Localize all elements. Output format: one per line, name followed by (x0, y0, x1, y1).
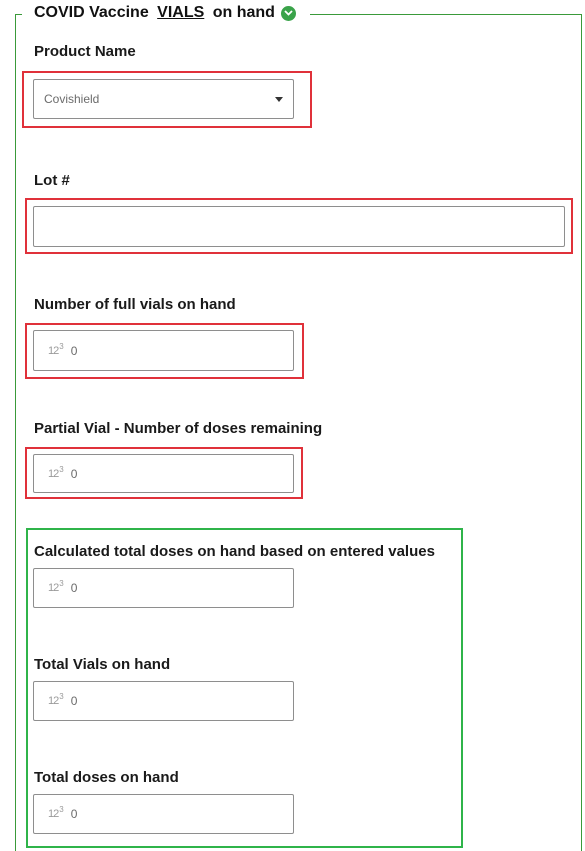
product-name-select[interactable]: Covishield (33, 79, 294, 119)
partial-vial-value: 0 (70, 466, 78, 481)
total-doses-label: Total doses on hand (34, 769, 179, 786)
legend-suffix: on hand (208, 4, 275, 21)
section-border-right (581, 14, 582, 851)
dropdown-caret-icon (275, 97, 283, 102)
legend-emphasis: VIALS (157, 4, 205, 21)
total-vials-value: 0 (70, 694, 78, 708)
number-input-icon: 12 3 (48, 692, 64, 707)
section-border-top-left (15, 14, 22, 15)
number-input-icon: 12 3 (48, 341, 64, 357)
partial-vial-label: Partial Vial - Number of doses remaining (34, 420, 323, 437)
number-input-icon: 12 3 (48, 464, 64, 480)
calculated-total-label: Calculated total doses on hand based on … (34, 543, 435, 560)
calculated-total-input: 12 3 0 (33, 568, 294, 608)
section-legend: COVID Vaccine VIALS on hand (34, 4, 296, 22)
product-name-label: Product Name (34, 43, 136, 60)
total-vials-label: Total Vials on hand (34, 656, 171, 673)
full-vials-value: 0 (70, 343, 78, 358)
section-border-top-right (310, 14, 582, 15)
section-border-left (15, 14, 16, 851)
lot-number-label: Lot # (34, 172, 70, 189)
partial-vial-input[interactable]: 12 3 0 (33, 454, 294, 493)
full-vials-label: Number of full vials on hand (34, 296, 236, 313)
total-doses-input: 12 3 0 (33, 794, 294, 834)
vaccine-vials-form: COVID Vaccine VIALS on hand Product Name… (0, 0, 585, 851)
number-input-icon: 12 3 (48, 579, 64, 594)
chevron-down-icon[interactable] (280, 5, 296, 21)
full-vials-input[interactable]: 12 3 0 (33, 330, 294, 371)
total-doses-value: 0 (70, 807, 78, 821)
product-selected-value: Covishield (44, 92, 100, 106)
calculated-total-value: 0 (70, 581, 78, 595)
total-vials-input: 12 3 0 (33, 681, 294, 721)
legend-prefix: COVID Vaccine (34, 4, 154, 21)
number-input-icon: 12 3 (48, 805, 64, 820)
lot-number-input[interactable] (33, 206, 565, 247)
